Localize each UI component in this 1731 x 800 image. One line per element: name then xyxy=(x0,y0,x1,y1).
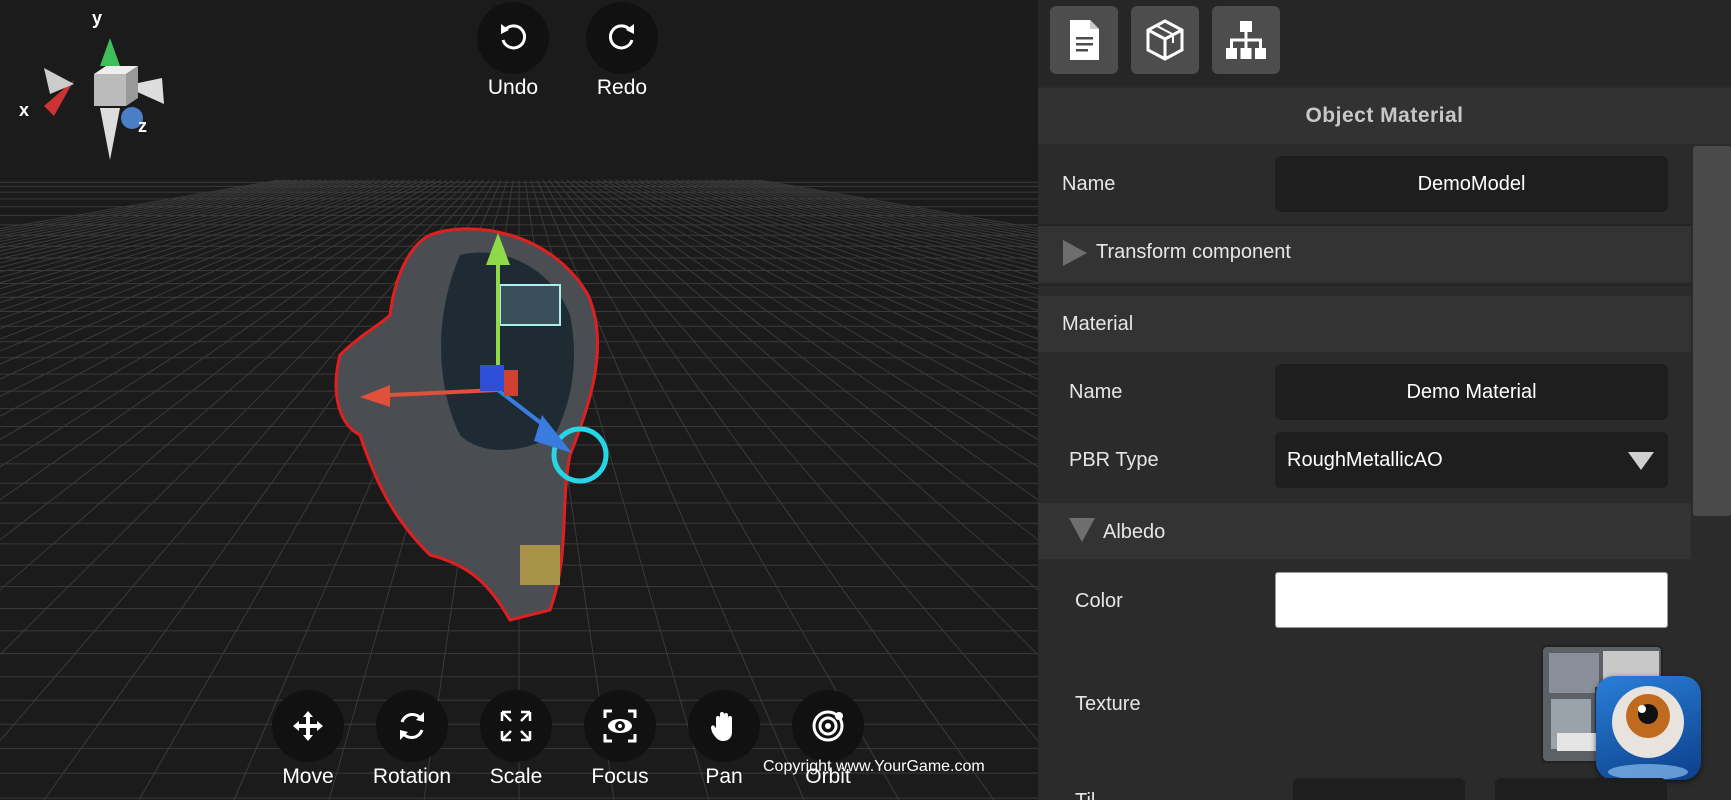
scale-icon xyxy=(500,710,532,742)
axis-y-label: y xyxy=(92,8,103,28)
divider xyxy=(1038,284,1691,286)
axis-gizmo[interactable] xyxy=(14,8,174,168)
scene-viewport[interactable]: y x z Undo Redo Move Rotation Scale Focu… xyxy=(0,0,1038,800)
color-label: Color xyxy=(1075,590,1123,612)
undo-icon xyxy=(501,24,527,50)
pbr-type-label: PBR Type xyxy=(1069,449,1159,471)
rotation-tool-label: Rotation xyxy=(372,765,452,788)
undo-button[interactable] xyxy=(477,2,549,74)
collapse-triangle-icon[interactable] xyxy=(1067,516,1097,544)
undo-label: Undo xyxy=(487,76,539,99)
pbr-type-select[interactable]: RoughMetallicAO xyxy=(1275,432,1668,488)
panel-toolbar xyxy=(1038,0,1731,86)
redo-button[interactable] xyxy=(586,2,658,74)
material-name-label: Name xyxy=(1069,381,1123,403)
tiling-label: Til xyxy=(1075,790,1095,800)
albedo-color-swatch[interactable] xyxy=(1275,572,1668,628)
chevron-down-icon xyxy=(1628,452,1654,470)
orbit-tool-button[interactable] xyxy=(792,690,864,762)
material-name-field[interactable]: Demo Material xyxy=(1275,364,1668,420)
object-name-field[interactable]: DemoModel xyxy=(1275,156,1668,212)
material-section-label: Material xyxy=(1062,313,1134,335)
axis-x-label: x xyxy=(19,100,30,120)
focus-tool-button[interactable] xyxy=(584,690,656,762)
tiling-x-field[interactable] xyxy=(1293,778,1465,800)
rotation-tool-button[interactable] xyxy=(376,690,448,762)
copyright-text: Copyright www.YourGame.com xyxy=(763,758,985,775)
panel-scrollbar-thumb[interactable] xyxy=(1693,146,1731,516)
object-name-label: Name xyxy=(1062,173,1116,195)
helmet-model[interactable] xyxy=(320,225,670,625)
redo-icon xyxy=(608,24,634,50)
pbr-type-value: RoughMetallicAO xyxy=(1287,448,1443,471)
object-tab-button[interactable] xyxy=(1131,6,1199,74)
texture-label: Texture xyxy=(1075,693,1141,715)
cube-icon xyxy=(1146,19,1184,61)
move-tool-label: Move xyxy=(282,765,334,788)
transform-section-label: Transform component xyxy=(1096,241,1291,263)
focus-tool-label: Focus xyxy=(591,765,649,788)
move-tool-button[interactable] xyxy=(272,690,344,762)
axis-z-label: z xyxy=(138,116,147,136)
hierarchy-tab-button[interactable] xyxy=(1212,6,1280,74)
app-eye-logo xyxy=(1596,676,1701,780)
expand-triangle-icon[interactable] xyxy=(1061,238,1089,268)
move-icon xyxy=(293,711,323,741)
tiling-y-field[interactable] xyxy=(1495,778,1667,800)
panel-title: Object Material xyxy=(1305,104,1464,127)
scale-tool-button[interactable] xyxy=(480,690,552,762)
pan-tool-button[interactable] xyxy=(688,690,760,762)
hierarchy-icon xyxy=(1226,21,1266,59)
material-section-header xyxy=(1038,296,1691,352)
rotation-icon xyxy=(400,712,424,740)
orbit-icon xyxy=(812,710,844,742)
document-tab-button[interactable] xyxy=(1050,6,1118,74)
albedo-section-label: Albedo xyxy=(1103,521,1166,543)
pan-icon xyxy=(710,712,732,741)
redo-label: Redo xyxy=(596,76,648,99)
scale-tool-label: Scale xyxy=(489,765,543,788)
panel-header: Object Material xyxy=(1038,88,1731,144)
document-icon xyxy=(1070,20,1099,60)
focus-icon xyxy=(603,709,637,743)
